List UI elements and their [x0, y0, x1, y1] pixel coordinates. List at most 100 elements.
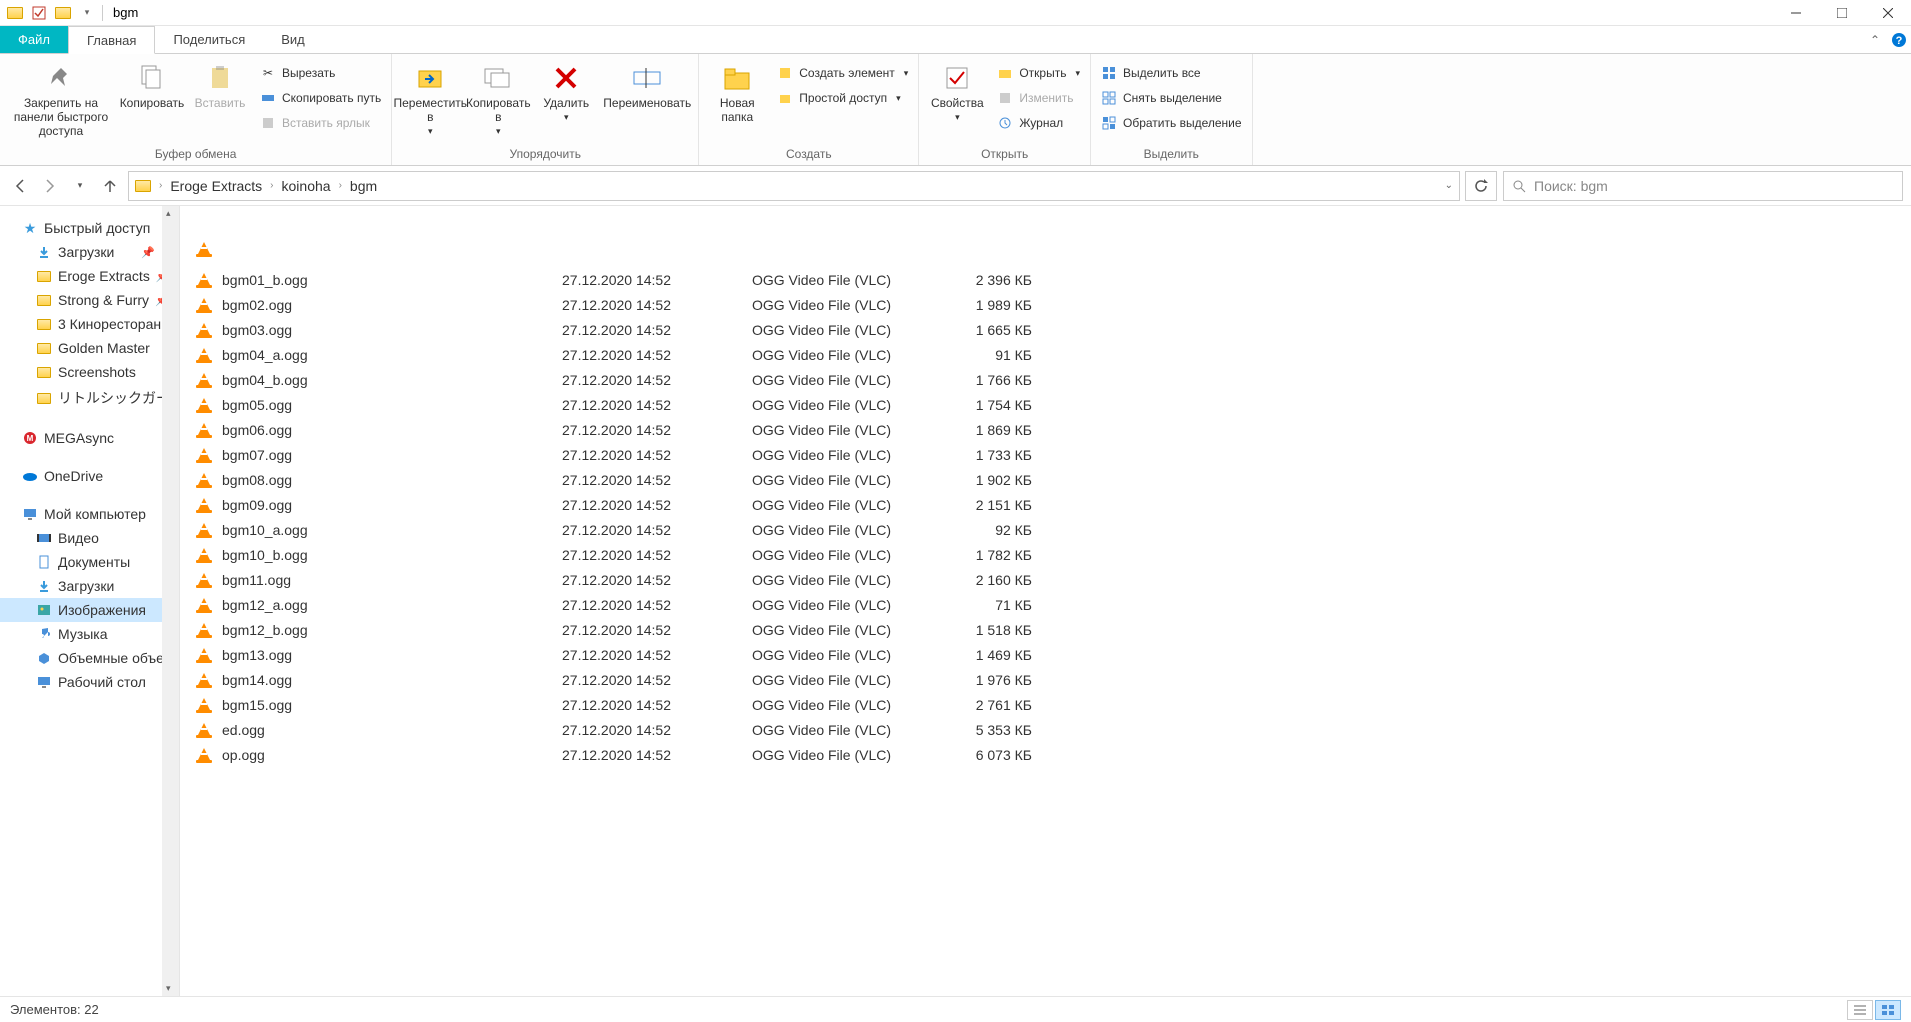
chevron-right-icon[interactable]: › — [335, 180, 346, 191]
file-row[interactable]: bgm13.ogg27.12.2020 14:52OGG Video File … — [194, 642, 1911, 667]
qat-dropdown-icon[interactable]: ▾ — [78, 4, 96, 22]
paste-shortcut-button[interactable]: Вставить ярлык — [256, 112, 385, 134]
select-none-button[interactable]: Снять выделение — [1097, 87, 1246, 109]
sidebar-item[interactable]: リトルシックガール — [0, 384, 179, 412]
file-row[interactable]: bgm14.ogg27.12.2020 14:52OGG Video File … — [194, 667, 1911, 692]
qat-properties-icon[interactable] — [30, 4, 48, 22]
file-row[interactable]: bgm05.ogg27.12.2020 14:52OGG Video File … — [194, 392, 1911, 417]
file-row[interactable]: bgm09.ogg27.12.2020 14:52OGG Video File … — [194, 492, 1911, 517]
copy-path-button[interactable]: Скопировать путь — [256, 87, 385, 109]
header-cone — [194, 236, 1911, 261]
navigation-pane[interactable]: ★ Быстрый доступ Загрузки📌Eroge Extracts… — [0, 206, 180, 996]
file-row[interactable]: bgm02.ogg27.12.2020 14:52OGG Video File … — [194, 292, 1911, 317]
sidebar-item[interactable]: Загрузки — [0, 574, 179, 598]
sidebar-item[interactable]: Рабочий стол — [0, 670, 179, 694]
maximize-button[interactable] — [1819, 0, 1865, 26]
file-type: OGG Video File (VLC) — [752, 272, 942, 288]
sidebar-item[interactable]: 3 Киноресторан — [0, 312, 179, 336]
sidebar-item[interactable]: Объемные объекты — [0, 646, 179, 670]
file-row[interactable]: bgm15.ogg27.12.2020 14:52OGG Video File … — [194, 692, 1911, 717]
sidebar-item[interactable]: Загрузки📌 — [0, 240, 179, 264]
recent-locations-button[interactable]: ▾ — [68, 174, 92, 198]
file-row[interactable]: bgm01_b.ogg27.12.2020 14:52OGG Video Fil… — [194, 267, 1911, 292]
sidebar-item[interactable]: Видео — [0, 526, 179, 550]
minimize-button[interactable] — [1773, 0, 1819, 26]
help-icon[interactable]: ? — [1887, 26, 1911, 53]
sidebar-item[interactable]: Strong & Furry📌 — [0, 288, 179, 312]
rename-button[interactable]: Переименовать — [602, 58, 692, 110]
sidebar-scrollbar[interactable] — [162, 206, 179, 996]
file-type: OGG Video File (VLC) — [752, 597, 942, 613]
breadcrumb-segment[interactable]: bgm — [350, 178, 377, 194]
tab-view[interactable]: Вид — [263, 26, 323, 53]
details-view-button[interactable] — [1847, 1000, 1873, 1020]
breadcrumb[interactable]: › Eroge Extracts › koinoha › bgm ⌄ — [128, 171, 1460, 201]
file-row[interactable]: bgm07.ogg27.12.2020 14:52OGG Video File … — [194, 442, 1911, 467]
breadcrumb-segment[interactable]: koinoha — [282, 178, 331, 194]
sidebar-item[interactable]: Документы — [0, 550, 179, 574]
back-button[interactable] — [8, 174, 32, 198]
up-button[interactable] — [98, 174, 122, 198]
select-none-icon — [1101, 90, 1117, 106]
file-row[interactable]: bgm10_b.ogg27.12.2020 14:52OGG Video Fil… — [194, 542, 1911, 567]
easy-access-button[interactable]: Простой доступ ▾ — [773, 87, 912, 109]
move-to-button[interactable]: Переместить в ▾ — [398, 58, 462, 137]
file-size: 1 665 КБ — [942, 322, 1062, 338]
refresh-button[interactable] — [1465, 171, 1497, 201]
copy-button[interactable]: Копировать — [120, 58, 184, 110]
sidebar-onedrive[interactable]: OneDrive — [0, 464, 179, 488]
sidebar-item[interactable]: Screenshots — [0, 360, 179, 384]
new-item-button[interactable]: Создать элемент ▾ — [773, 62, 912, 84]
tab-share[interactable]: Поделиться — [155, 26, 263, 53]
qat-folder-icon[interactable] — [54, 4, 72, 22]
sidebar-quick-access[interactable]: ★ Быстрый доступ — [0, 216, 179, 240]
delete-button[interactable]: Удалить ▾ — [534, 58, 598, 123]
sidebar-item[interactable]: Изображения — [0, 598, 179, 622]
file-row[interactable]: bgm04_a.ogg27.12.2020 14:52OGG Video Fil… — [194, 342, 1911, 367]
file-date: 27.12.2020 14:52 — [562, 572, 752, 588]
ribbon-group-clipboard: Закрепить на панели быстрого доступа Коп… — [0, 54, 392, 165]
invert-selection-button[interactable]: Обратить выделение — [1097, 112, 1246, 134]
file-row[interactable]: bgm12_a.ogg27.12.2020 14:52OGG Video Fil… — [194, 592, 1911, 617]
close-button[interactable] — [1865, 0, 1911, 26]
breadcrumb-dropdown-icon[interactable]: ⌄ — [1445, 180, 1453, 191]
copy-to-button[interactable]: Копировать в ▾ — [466, 58, 530, 137]
file-row[interactable]: ed.ogg27.12.2020 14:52OGG Video File (VL… — [194, 717, 1911, 742]
file-row[interactable]: bgm04_b.ogg27.12.2020 14:52OGG Video Fil… — [194, 367, 1911, 392]
search-input[interactable]: Поиск: bgm — [1503, 171, 1903, 201]
file-list[interactable]: bgm01_b.ogg27.12.2020 14:52OGG Video Fil… — [180, 206, 1911, 996]
tab-home[interactable]: Главная — [68, 26, 155, 54]
file-size: 1 518 КБ — [942, 622, 1062, 638]
file-row[interactable]: bgm03.ogg27.12.2020 14:52OGG Video File … — [194, 317, 1911, 342]
breadcrumb-segment[interactable]: Eroge Extracts — [170, 178, 262, 194]
sidebar-item[interactable]: Golden Master — [0, 336, 179, 360]
sidebar-this-pc[interactable]: Мой компьютер — [0, 502, 179, 526]
file-row[interactable]: bgm08.ogg27.12.2020 14:52OGG Video File … — [194, 467, 1911, 492]
paste-button[interactable]: Вставить — [188, 58, 252, 110]
edit-button[interactable]: Изменить — [993, 87, 1084, 109]
sidebar-item[interactable]: Музыка — [0, 622, 179, 646]
sidebar-megasync[interactable]: M MEGAsync — [0, 426, 179, 450]
file-row[interactable]: bgm11.ogg27.12.2020 14:52OGG Video File … — [194, 567, 1911, 592]
open-button[interactable]: Открыть ▾ — [993, 62, 1084, 84]
history-button[interactable]: Журнал — [993, 112, 1084, 134]
new-folder-button[interactable]: Новая папка — [705, 58, 769, 124]
tab-file[interactable]: Файл — [0, 26, 68, 53]
chevron-right-icon[interactable]: › — [266, 180, 277, 191]
new-folder-icon — [721, 62, 753, 94]
navigation-bar: ▾ › Eroge Extracts › koinoha › bgm ⌄ Пои… — [0, 166, 1911, 206]
file-row[interactable]: bgm06.ogg27.12.2020 14:52OGG Video File … — [194, 417, 1911, 442]
pin-quick-access-button[interactable]: Закрепить на панели быстрого доступа — [6, 58, 116, 138]
select-all-button[interactable]: Выделить все — [1097, 62, 1246, 84]
file-row[interactable]: bgm10_a.ogg27.12.2020 14:52OGG Video Fil… — [194, 517, 1911, 542]
sidebar-item[interactable]: Eroge Extracts📌 — [0, 264, 179, 288]
cut-button[interactable]: ✂Вырезать — [256, 62, 385, 84]
file-row[interactable]: op.ogg27.12.2020 14:52OGG Video File (VL… — [194, 742, 1911, 767]
large-icons-view-button[interactable] — [1875, 1000, 1901, 1020]
ribbon-collapse-icon[interactable]: ⌃ — [1863, 26, 1887, 53]
chevron-right-icon[interactable]: › — [155, 180, 166, 191]
file-size: 6 073 КБ — [942, 747, 1062, 763]
properties-button[interactable]: Свойства ▾ — [925, 58, 989, 123]
file-row[interactable]: bgm12_b.ogg27.12.2020 14:52OGG Video Fil… — [194, 617, 1911, 642]
forward-button[interactable] — [38, 174, 62, 198]
